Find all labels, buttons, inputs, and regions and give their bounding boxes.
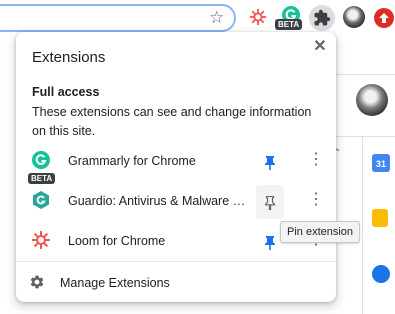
close-button[interactable]: ✕	[310, 37, 330, 57]
extensions-puzzle-icon	[314, 9, 331, 26]
extensions-button[interactable]	[309, 5, 335, 31]
loom-icon	[32, 231, 50, 249]
more-options-button[interactable]: ⋮	[308, 150, 324, 170]
pin-extension-tooltip: Pin extension	[280, 221, 361, 243]
update-button[interactable]	[374, 8, 394, 28]
beta-badge: BETA	[275, 19, 303, 30]
more-options-button[interactable]: ⋮	[308, 190, 324, 210]
side-panel-border	[362, 136, 363, 314]
extension-row-grammarly[interactable]: BETA Grammarly for Chrome ⋮	[16, 142, 336, 184]
extensions-popup: Extensions ✕ Full access These extension…	[16, 32, 336, 302]
divider	[336, 136, 395, 137]
pin-button[interactable]	[256, 185, 284, 219]
gear-icon	[30, 275, 44, 289]
grammarly-icon	[32, 151, 50, 169]
section-title: Full access	[32, 85, 100, 99]
pin-button[interactable]	[256, 145, 284, 179]
pin-icon	[265, 236, 275, 250]
section-description: These extensions can see and change info…	[32, 105, 312, 138]
extension-row-guardio[interactable]: Guardio: Antivirus & Malware Protection …	[16, 182, 336, 222]
loom-icon[interactable]	[249, 8, 267, 26]
address-bar[interactable]	[0, 4, 236, 32]
keep-icon[interactable]	[372, 209, 388, 227]
browser-toolbar: ☆ BETA	[0, 0, 395, 36]
calendar-icon[interactable]: 31	[372, 154, 390, 172]
pin-outline-icon	[264, 195, 276, 211]
manage-extensions-label: Manage Extensions	[60, 276, 170, 290]
tasks-icon[interactable]	[372, 265, 390, 283]
extension-name: Grammarly for Chrome	[68, 154, 196, 168]
profile-avatar[interactable]	[343, 6, 365, 28]
popup-title: Extensions	[32, 49, 106, 66]
extension-name: Guardio: Antivirus & Malware Protection	[68, 194, 248, 208]
pin-icon	[265, 156, 275, 170]
bookmark-star-icon[interactable]: ☆	[209, 8, 224, 28]
guardio-icon	[33, 191, 49, 209]
manage-extensions-button[interactable]: Manage Extensions	[16, 262, 336, 302]
divider	[336, 74, 395, 75]
extension-name: Loom for Chrome	[68, 234, 166, 248]
arrow-up-icon	[379, 13, 389, 23]
page-profile-avatar[interactable]	[356, 84, 388, 116]
